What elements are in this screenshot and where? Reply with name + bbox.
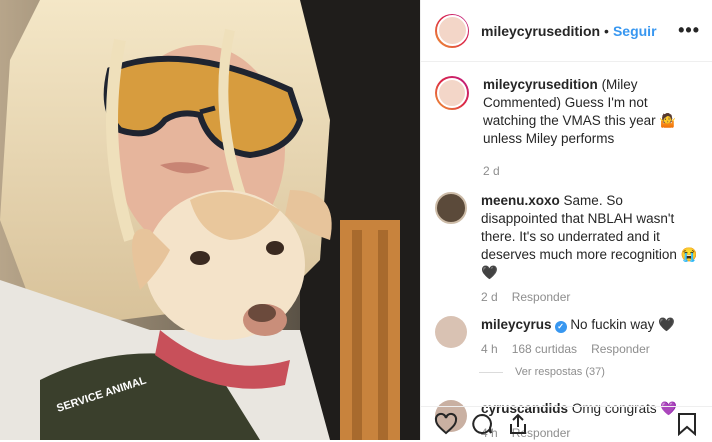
- commenter-avatar[interactable]: [435, 316, 467, 348]
- comments-list: mileycyrusedition (Miley Commented) Gues…: [421, 62, 712, 442]
- author-username[interactable]: mileycyrusedition: [481, 23, 600, 39]
- view-replies-label: Ver respostas (37): [515, 366, 605, 378]
- comment-text: No fuckin way 🖤: [570, 317, 675, 332]
- caption-avatar[interactable]: [435, 76, 469, 110]
- comment-username[interactable]: meenu.xoxo: [481, 193, 560, 208]
- post-sidebar: mileycyrusedition • Seguir ••• mileycyru…: [420, 0, 712, 440]
- share-icon[interactable]: [505, 411, 531, 437]
- header-separator: •: [604, 22, 609, 39]
- comment-username[interactable]: mileycyrus: [481, 317, 552, 332]
- commenter-avatar[interactable]: [435, 192, 467, 224]
- caption-time[interactable]: 2 d: [483, 162, 500, 180]
- comment-item: mileycyrus ✓ No fuckin way 🖤 4 h 168 curt…: [435, 316, 698, 358]
- replies-divider: [479, 371, 503, 373]
- view-replies-button[interactable]: Ver respostas (37): [479, 366, 698, 378]
- verified-badge-icon: ✓: [554, 321, 567, 333]
- photo-illustration: SERVICE ANIMAL: [0, 0, 420, 440]
- like-heart-icon[interactable]: [433, 411, 459, 437]
- more-options-icon[interactable]: •••: [678, 20, 700, 41]
- author-avatar[interactable]: [435, 13, 469, 48]
- comment-bubble-icon[interactable]: [469, 411, 495, 437]
- caption: mileycyrusedition (Miley Commented) Gues…: [435, 76, 698, 180]
- action-bar: [421, 406, 712, 440]
- reply-button[interactable]: Responder: [512, 288, 571, 306]
- bookmark-icon[interactable]: [674, 411, 700, 437]
- instagram-post: SERVICE ANIMAL mileycyrusedition • Segui…: [0, 0, 712, 440]
- follow-button[interactable]: Seguir: [613, 23, 657, 39]
- post-header: mileycyrusedition • Seguir •••: [421, 0, 712, 62]
- comment-time[interactable]: 2 d: [481, 288, 498, 306]
- comment-time[interactable]: 4 h: [481, 340, 498, 358]
- comment-item: meenu.xoxo Same. So disappointed that NB…: [435, 192, 698, 306]
- caption-username[interactable]: mileycyrusedition: [483, 77, 598, 92]
- post-photo[interactable]: SERVICE ANIMAL: [0, 0, 420, 440]
- reply-button[interactable]: Responder: [591, 340, 650, 358]
- comment-likes[interactable]: 168 curtidas: [512, 340, 577, 358]
